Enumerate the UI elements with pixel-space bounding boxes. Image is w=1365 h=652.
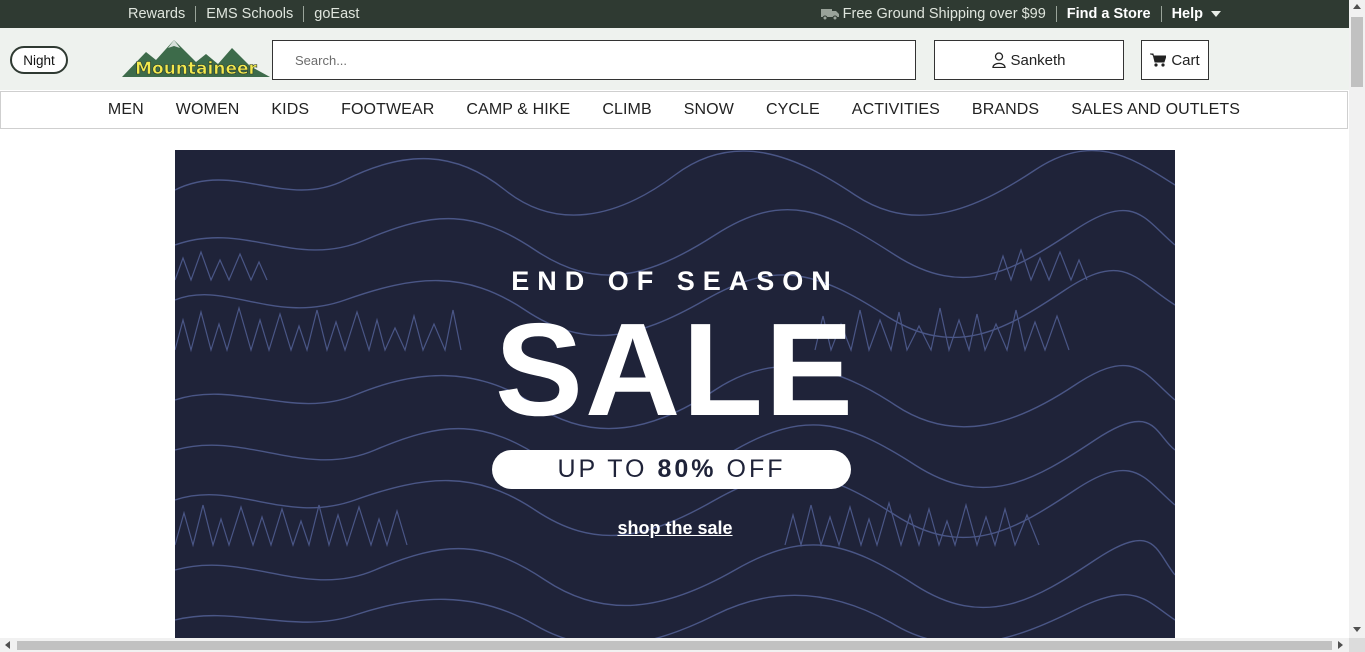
nav-item-women[interactable]: WOMEN [160,101,256,119]
shipping-promo: Free Ground Shipping over $99 [820,6,1056,22]
nav-item-brands[interactable]: BRANDS [956,101,1055,119]
pill-suffix: OFF [726,455,786,483]
vertical-scroll-thumb[interactable] [1351,17,1363,87]
ems-schools-link[interactable]: EMS Schools [195,6,303,22]
caret-down-icon [1211,11,1221,17]
nav-item-kids[interactable]: KIDS [255,101,325,119]
hero-eyebrow: END OF SEASON [511,266,839,296]
pill-percent: 80% [657,455,717,483]
scroll-right-arrow-icon[interactable] [1338,641,1343,649]
horizontal-scroll-thumb[interactable] [17,641,1332,650]
hero-discount-pill: UP TO 80% OFF [492,450,851,489]
shop-sale-link[interactable]: shop the sale [175,518,1175,539]
nav-item-cycle[interactable]: CYCLE [750,101,836,119]
help-label: Help [1171,6,1203,22]
pill-prefix: UP TO [557,455,648,483]
cart-button[interactable]: Cart [1141,40,1209,80]
truck-icon [820,9,839,20]
utility-links: Rewards EMS Schools goEast [128,0,369,28]
account-button[interactable]: Sanketh [934,40,1124,80]
nav-item-snow[interactable]: SNOW [668,101,750,119]
site-header: Night Mountaineer Sanketh Cart [0,28,1349,90]
horizontal-scrollbar[interactable] [0,638,1349,652]
goeast-link[interactable]: goEast [303,6,369,22]
find-store-link[interactable]: Find a Store [1055,6,1161,22]
help-menu[interactable]: Help [1160,6,1231,22]
nav-item-footwear[interactable]: FOOTWEAR [325,101,450,119]
hero-headline: SALE [494,296,856,443]
search-input[interactable] [293,51,877,69]
account-name: Sanketh [1010,51,1066,69]
vertical-scrollbar[interactable] [1349,0,1365,638]
scroll-up-arrow-icon[interactable] [1353,4,1361,9]
shipping-text: Free Ground Shipping over $99 [842,6,1046,22]
nav-item-activities[interactable]: ACTIVITIES [836,101,956,119]
mountain-logo-icon: Mountaineer [122,40,270,79]
cart-icon [1150,53,1167,67]
logo-text: Mountaineer [135,59,257,78]
nav-item-men[interactable]: MEN [92,101,160,119]
main-nav: MEN WOMEN KIDS FOOTWEAR CAMP & HIKE CLIM… [0,91,1348,129]
utility-bar: Rewards EMS Schools goEast Free Ground S… [0,0,1349,28]
search-box [272,40,916,80]
site-logo[interactable]: Mountaineer [122,40,270,79]
nav-item-camp-hike[interactable]: CAMP & HIKE [450,101,586,119]
scroll-down-arrow-icon[interactable] [1353,627,1361,632]
hero-banner[interactable]: END OF SEASON SALE UP TO 80% OFF shop th… [175,150,1175,638]
night-mode-toggle[interactable]: Night [10,46,68,74]
utility-right: Free Ground Shipping over $99 Find a Sto… [820,0,1231,28]
rewards-link[interactable]: Rewards [128,6,195,22]
scroll-left-arrow-icon[interactable] [5,641,10,649]
nav-item-sales-outlets[interactable]: SALES AND OUTLETS [1055,101,1256,119]
nav-item-climb[interactable]: CLIMB [586,101,667,119]
scrollbar-corner [1349,638,1365,652]
user-icon [992,52,1007,68]
cart-label: Cart [1171,51,1200,69]
